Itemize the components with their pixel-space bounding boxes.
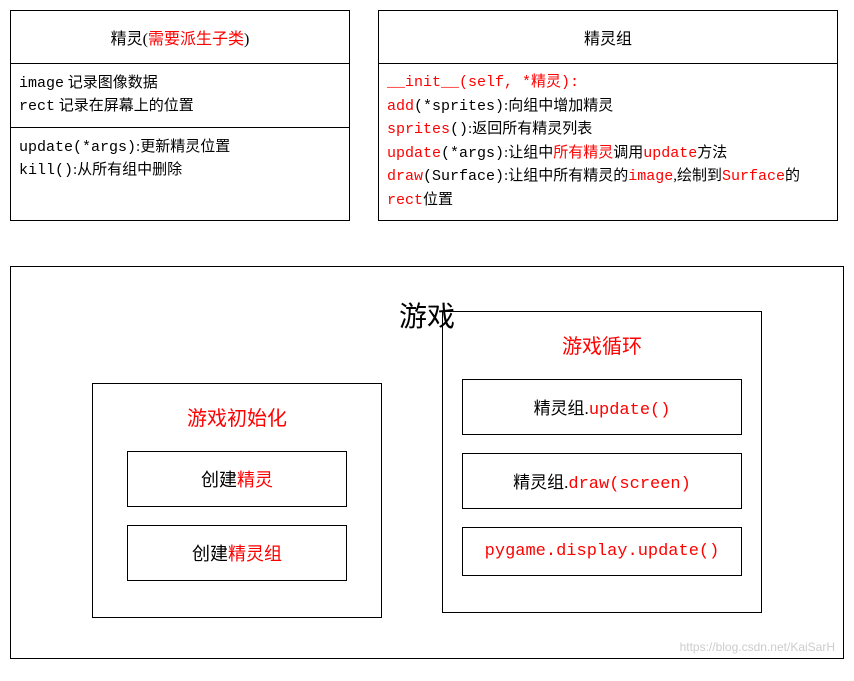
game-loop-title: 游戏循环: [459, 330, 745, 359]
init-item2-hl: 精灵组: [228, 544, 282, 564]
loop-item-update: 精灵组.update(): [462, 379, 742, 435]
attr-rect-code: rect: [19, 98, 55, 115]
group-class-box: 精灵组 __init__(self, *精灵): add(*sprites):向…: [378, 10, 838, 221]
group-methods: __init__(self, *精灵): add(*sprites):向组中增加…: [379, 64, 837, 220]
sprite-class-box: 精灵(需要派生子类) image 记录图像数据 rect 记录在屏幕上的位置 u…: [10, 10, 350, 221]
group-draw-t3: 的: [785, 168, 800, 184]
game-init-item-sprite: 创建精灵: [127, 451, 347, 507]
group-update-code: update: [387, 145, 441, 162]
loop-item-draw: 精灵组.draw(screen): [462, 453, 742, 509]
group-update-t1: :让组中: [504, 145, 553, 161]
game-init-title: 游戏初始化: [109, 402, 365, 431]
group-draw-args: (Surface): [423, 168, 504, 185]
attr-rect-text: 记录在屏幕上的位置: [55, 98, 194, 114]
init-item1-prefix: 创建: [201, 470, 237, 490]
game-init-item-group: 创建精灵组: [127, 525, 347, 581]
game-outer-box: 游戏 游戏初始化 创建精灵 创建精灵组 游戏循环 精灵组.update() 精灵…: [10, 266, 844, 659]
group-add-args: (*sprites): [414, 98, 504, 115]
group-draw-t1: :让组中所有精灵的: [504, 168, 628, 184]
attr-image-text: 记录图像数据: [64, 75, 158, 91]
method-kill-text: :从所有组中删除: [73, 162, 182, 178]
attr-image-code: image: [19, 75, 64, 92]
game-loop-box: 游戏循环 精灵组.update() 精灵组.draw(screen) pygam…: [442, 311, 762, 613]
group-sprites-args: (): [450, 121, 468, 138]
group-draw-hl1: image: [628, 168, 673, 185]
method-kill-code: kill(): [19, 162, 73, 179]
loop-item1-red: update(): [589, 401, 671, 420]
game-init-box: 游戏初始化 创建精灵 创建精灵组: [92, 383, 382, 618]
group-draw-t2: ,绘制到: [673, 168, 722, 184]
group-add-text: :向组中增加精灵: [504, 98, 613, 114]
group-draw-t4: 位置: [423, 192, 453, 208]
group-title: 精灵组: [379, 11, 837, 64]
group-draw-code: draw: [387, 168, 423, 185]
method-update-code: update(*args): [19, 139, 136, 156]
group-sprites-text: :返回所有精灵列表: [468, 121, 592, 137]
init-item2-prefix: 创建: [192, 544, 228, 564]
group-draw-hl2: Surface: [722, 168, 785, 185]
group-sprites-code: sprites: [387, 121, 450, 138]
init-item1-hl: 精灵: [237, 470, 273, 490]
loop-item-display: pygame.display.update(): [462, 527, 742, 576]
sprite-title: 精灵(需要派生子类): [11, 11, 349, 64]
method-update-text: :更新精灵位置: [136, 139, 230, 155]
watermark: https://blog.csdn.net/KaiSarH: [680, 640, 835, 654]
loop-item1-black: 精灵组.: [534, 399, 589, 418]
sprite-attrs: image 记录图像数据 rect 记录在屏幕上的位置: [11, 64, 349, 127]
sprite-title-prefix: 精灵(: [111, 31, 148, 48]
group-update-t3: 方法: [697, 145, 727, 161]
group-init-line: __init__(self, *精灵):: [387, 72, 829, 95]
group-update-args: (*args): [441, 145, 504, 162]
sprite-title-highlight: 需要派生子类: [148, 31, 244, 48]
loop-item2-red: draw(screen): [568, 475, 690, 494]
sprite-title-suffix: ): [244, 31, 249, 48]
sprite-methods: update(*args):更新精灵位置 kill():从所有组中删除: [11, 127, 349, 191]
group-add-code: add: [387, 98, 414, 115]
group-update-hl1: 所有精灵: [553, 145, 613, 161]
group-draw-hl3: rect: [387, 192, 423, 209]
loop-item2-black: 精灵组.: [513, 473, 568, 492]
group-update-hl2: update: [643, 145, 697, 162]
group-update-t2: 调用: [613, 145, 643, 161]
